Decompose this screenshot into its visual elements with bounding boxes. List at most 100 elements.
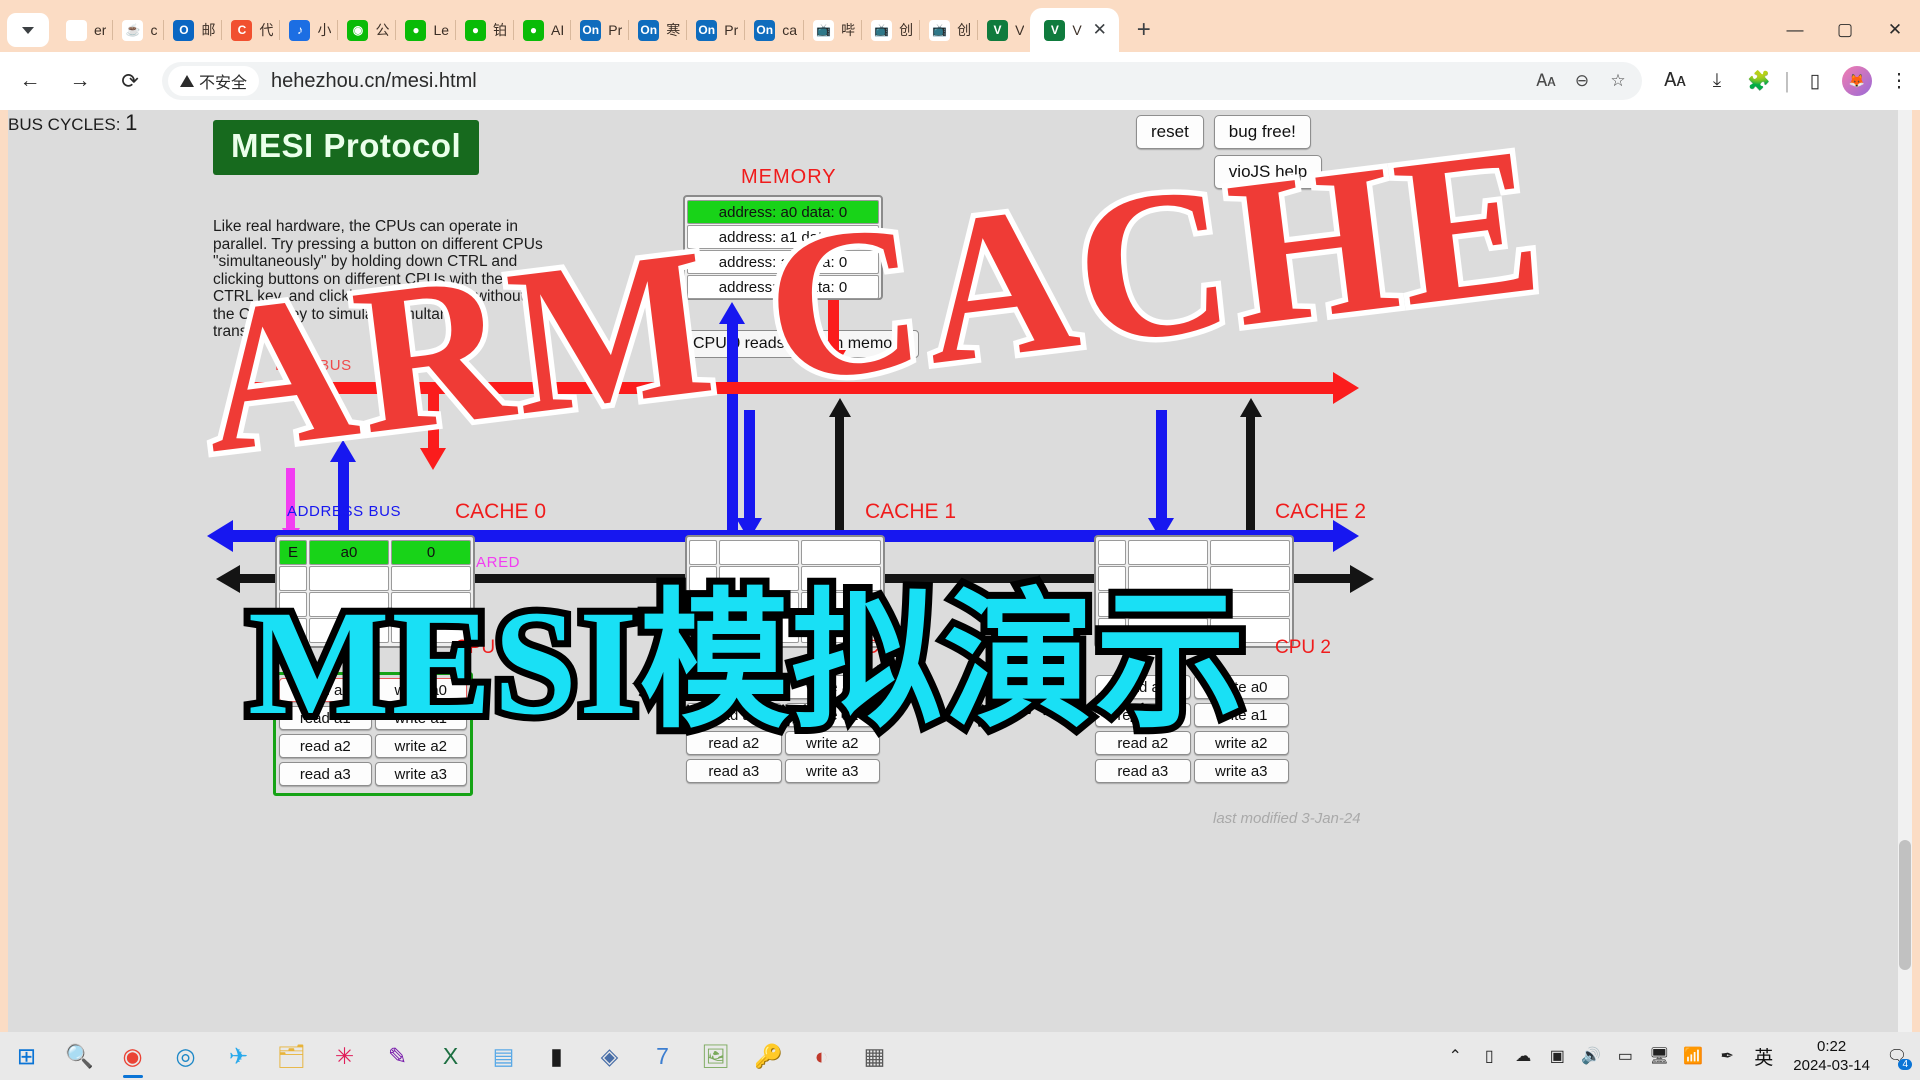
tab-1[interactable]: ☕ c bbox=[112, 8, 165, 52]
window-close-button[interactable]: ✕ bbox=[1870, 8, 1920, 52]
puzzle-icon[interactable]: 🧩 bbox=[1738, 60, 1780, 102]
star-icon[interactable]: ☆ bbox=[1602, 65, 1634, 97]
warning-triangle-icon bbox=[180, 75, 194, 87]
tab-10[interactable]: On 寒 bbox=[628, 8, 688, 52]
network-icon[interactable]: 📶 bbox=[1676, 1032, 1710, 1080]
onenote-icon: On bbox=[638, 19, 660, 41]
clock-date: 2024-03-14 bbox=[1793, 1057, 1870, 1074]
cpu0-read-a3-button[interactable]: read a3 bbox=[279, 762, 372, 786]
tab-16[interactable]: VV bbox=[977, 8, 1032, 52]
chrome-app[interactable]: ◉ bbox=[106, 1032, 159, 1080]
watermark-mesi: MESI模拟演示 bbox=[241, 573, 1252, 753]
side-panel-icon[interactable]: ▯ bbox=[1794, 60, 1836, 102]
cpu2-read-a3-button[interactable]: read a3 bbox=[1095, 759, 1191, 783]
notification-center-button[interactable]: 🗨 4 bbox=[1880, 1032, 1914, 1080]
clock[interactable]: 0:22 2024-03-14 bbox=[1783, 1037, 1880, 1075]
cache0-label: CACHE 0 bbox=[455, 500, 547, 523]
cache2-label: CACHE 2 bbox=[1275, 500, 1367, 523]
three-dot-menu-icon[interactable]: ⋮ bbox=[1878, 60, 1920, 102]
app-tray-icon[interactable]: ▣ bbox=[1540, 1032, 1574, 1080]
notes-app[interactable]: 7 bbox=[636, 1032, 689, 1080]
scanner-app[interactable]: ▤ bbox=[477, 1032, 530, 1080]
close-icon[interactable]: ✕ bbox=[1089, 19, 1111, 41]
page-scrollbar[interactable] bbox=[1898, 110, 1912, 1032]
omnibox-actions: 🗛 ⊖ ☆ bbox=[1530, 65, 1634, 97]
zoom-out-icon[interactable]: ⊖ bbox=[1566, 65, 1598, 97]
tab-title: 创 bbox=[957, 22, 972, 38]
tab-15[interactable]: 📺 创 bbox=[919, 8, 979, 52]
windows-taskbar: ⊞ 🔍 ◉ ◎ ✈ 🗂 ✳ ✎ X ▤ ▮ ◈ 7 🖼 🔑 ◐ ▦ ⌃ ▯ ☁ ▣ 🔊 ▭ 🖥 📶 ✒ 英 0:22 2024-… bbox=[0, 1032, 1920, 1080]
terminal-icon: ▮ bbox=[550, 1042, 563, 1069]
green-swirl-icon: ◉ bbox=[347, 19, 369, 41]
minimize-button[interactable]: — bbox=[1770, 8, 1820, 52]
tab-12[interactable]: On ca bbox=[744, 8, 805, 52]
search-button[interactable]: 🔍 bbox=[53, 1032, 106, 1080]
ime-indicator[interactable]: 英 bbox=[1744, 1043, 1783, 1070]
cpu1-write-a3-button[interactable]: write a3 bbox=[784, 759, 880, 783]
tab-11[interactable]: On Pr bbox=[686, 8, 746, 52]
translate-toolbar-icon[interactable]: 🗛 bbox=[1654, 60, 1696, 102]
tab-3[interactable]: C代 bbox=[221, 8, 281, 52]
show-hidden-icons[interactable]: ⌃ bbox=[1438, 1032, 1472, 1080]
new-tab-button[interactable]: + bbox=[1127, 13, 1161, 47]
tab-title: 哔 bbox=[841, 22, 856, 38]
cloud-icon[interactable]: ☁ bbox=[1506, 1032, 1540, 1080]
security-badge[interactable]: 不安全 bbox=[168, 66, 260, 96]
tab-14[interactable]: 📺 创 bbox=[861, 8, 921, 52]
keepass-app[interactable]: 🔑 bbox=[742, 1032, 795, 1080]
scrollbar-thumb[interactable] bbox=[1899, 840, 1911, 970]
pen-icon[interactable]: ✒ bbox=[1710, 1032, 1744, 1080]
tab-title: 寒 bbox=[666, 22, 681, 38]
tab-active[interactable]: V V ✕ bbox=[1030, 8, 1119, 52]
monitor-icon[interactable]: 🖥 bbox=[1642, 1032, 1676, 1080]
tab-search-area bbox=[0, 8, 56, 52]
wechat-icon: ● bbox=[523, 19, 545, 41]
tab-5[interactable]: ◉ 公 bbox=[337, 8, 397, 52]
tab-strip: Ger ☕ c O 邮 C 代 ♪ 小 ◉ 公 ● Le ● 铂 ● AI On Pr On 寒 On Pr On ca 📺 哔 📺 创… bbox=[0, 0, 1920, 52]
tab-8[interactable]: ● AI bbox=[513, 8, 572, 52]
excel-app[interactable]: X bbox=[424, 1032, 477, 1080]
explorer-app[interactable]: 🗂 bbox=[265, 1032, 318, 1080]
picture-app[interactable]: 🖼 bbox=[689, 1032, 742, 1080]
maximize-button[interactable]: ▢ bbox=[1820, 8, 1870, 52]
reload-button[interactable]: ⟳ bbox=[110, 61, 150, 101]
tab-9[interactable]: On Pr bbox=[570, 8, 630, 52]
mobile-icon[interactable]: ▯ bbox=[1472, 1032, 1506, 1080]
virtualbox-app[interactable]: ◈ bbox=[583, 1032, 636, 1080]
window-controls: — ▢ ✕ bbox=[1770, 8, 1920, 52]
tab-13[interactable]: 📺 哔 bbox=[803, 8, 863, 52]
start-button[interactable]: ⊞ bbox=[0, 1032, 53, 1080]
edge-app[interactable]: ◎ bbox=[159, 1032, 212, 1080]
translate-icon[interactable]: 🗛 bbox=[1530, 65, 1562, 97]
tab-7[interactable]: ● 铂 bbox=[455, 8, 515, 52]
calculator-app[interactable]: ▦ bbox=[848, 1032, 901, 1080]
back-button[interactable]: ← bbox=[10, 61, 50, 101]
terminal-app[interactable]: ▮ bbox=[530, 1032, 583, 1080]
address-bar[interactable]: 不安全 hehezhou.cn/mesi.html 🗛 ⊖ ☆ bbox=[162, 62, 1642, 100]
onenote-icon: On bbox=[696, 19, 718, 41]
tab-2[interactable]: O邮 bbox=[163, 8, 223, 52]
tab-6[interactable]: ● Le bbox=[395, 8, 457, 52]
cpu0-write-a3-button[interactable]: write a3 bbox=[374, 762, 467, 786]
volume-icon[interactable]: 🔊 bbox=[1574, 1032, 1608, 1080]
tab-title: Pr bbox=[608, 22, 623, 38]
divider: | bbox=[1784, 68, 1790, 93]
krita-app[interactable]: ◐ bbox=[795, 1032, 848, 1080]
tab-0[interactable]: Ger bbox=[56, 8, 114, 52]
cpu2-write-a3-button[interactable]: write a3 bbox=[1193, 759, 1289, 783]
picture-icon: 🖼 bbox=[700, 1042, 731, 1069]
edge-icon: ◎ bbox=[175, 1042, 196, 1069]
cpu1-read-a3-button[interactable]: read a3 bbox=[686, 759, 782, 783]
telegram-app[interactable]: ✈ bbox=[212, 1032, 265, 1080]
onenote-app[interactable]: ✎ bbox=[371, 1032, 424, 1080]
start-icon: ⊞ bbox=[16, 1042, 37, 1069]
slack-app[interactable]: ✳ bbox=[318, 1032, 371, 1080]
cache1-label: CACHE 1 bbox=[865, 500, 957, 523]
profile-avatar[interactable]: 🦊 bbox=[1836, 60, 1878, 102]
tab-title: AI bbox=[551, 22, 565, 38]
tab-4[interactable]: ♪ 小 bbox=[279, 8, 339, 52]
battery-icon[interactable]: ▭ bbox=[1608, 1032, 1642, 1080]
tab-search-button[interactable] bbox=[7, 13, 49, 47]
forward-button[interactable]: → bbox=[60, 61, 100, 101]
download-icon[interactable]: ⤓ bbox=[1696, 60, 1738, 102]
